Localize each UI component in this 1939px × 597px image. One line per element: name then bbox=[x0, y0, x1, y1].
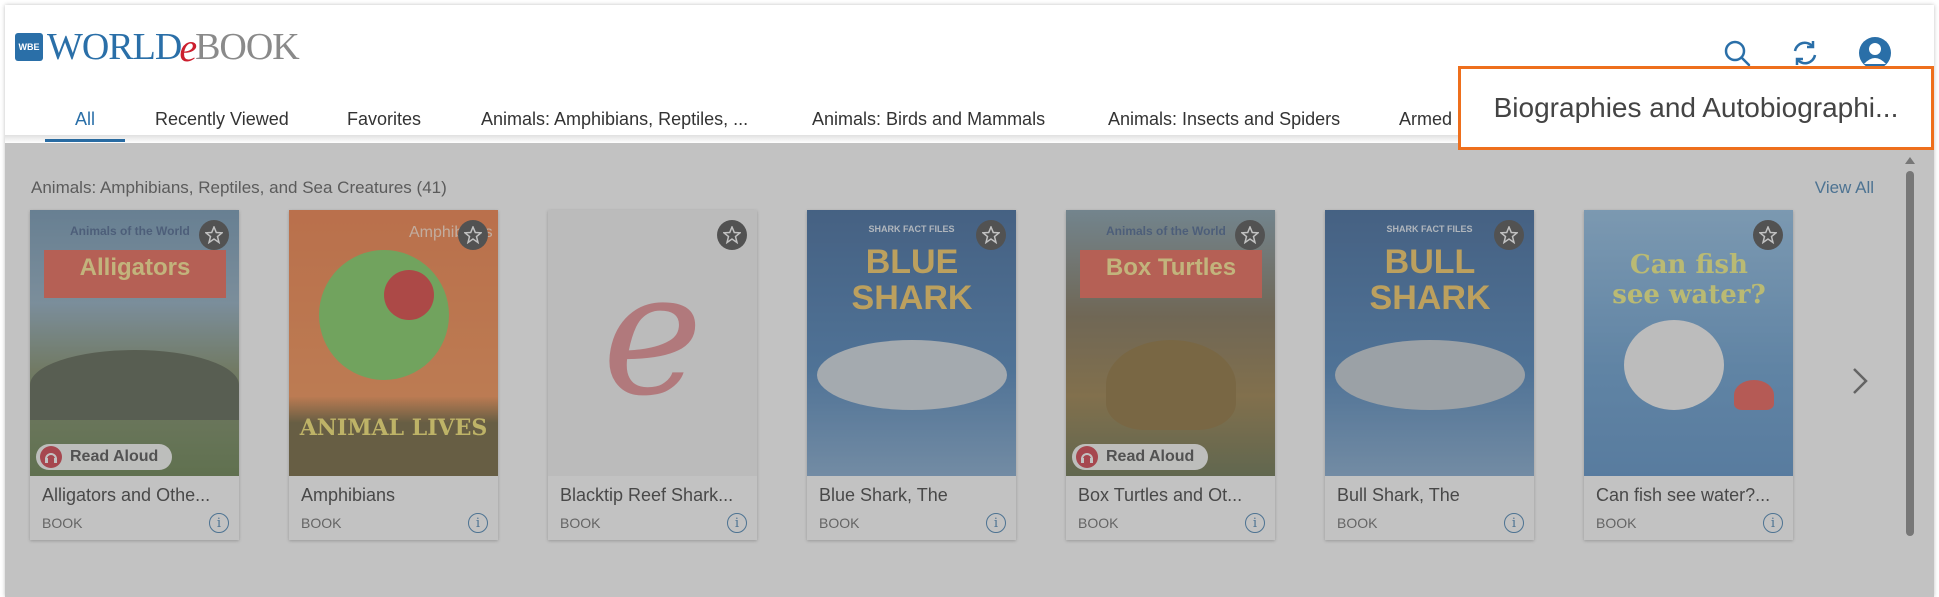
info-icon[interactable]: i bbox=[1763, 513, 1783, 533]
highlighted-tab-label: Biographies and Autobiographi... bbox=[1493, 92, 1899, 123]
book-card[interactable]: SHARK FACT FILES BULL SHARK Bull Shark, … bbox=[1325, 210, 1534, 540]
scrollbar-thumb[interactable] bbox=[1906, 171, 1914, 536]
book-type: BOOK bbox=[819, 515, 860, 531]
world-ebook-logo[interactable]: WBE WORLD e BOOK bbox=[15, 25, 300, 70]
headphones-icon bbox=[1076, 446, 1098, 468]
read-aloud-label: Read Aloud bbox=[70, 448, 159, 465]
book-cover: Amphibians ANIMAL LIVES bbox=[289, 210, 498, 476]
book-type: BOOK bbox=[560, 515, 601, 531]
book-title: Alligators and Othe... bbox=[42, 485, 211, 505]
book-card[interactable]: Can fish see water? Can fish see water?.… bbox=[1584, 210, 1793, 540]
cover-shark-shape bbox=[817, 340, 1007, 410]
favorite-star-icon[interactable] bbox=[1753, 220, 1783, 250]
book-card[interactable]: Animals of the World Box Turtles Read Al… bbox=[1066, 210, 1275, 540]
book-title: Box Turtles and Ot... bbox=[1078, 485, 1243, 505]
book-cover: e bbox=[548, 210, 757, 476]
favorite-star-icon[interactable] bbox=[199, 220, 229, 250]
logo-badge-icon: WBE bbox=[15, 33, 43, 61]
info-icon[interactable]: i bbox=[468, 513, 488, 533]
cover-alligator-shape bbox=[30, 350, 239, 420]
book-type: BOOK bbox=[1596, 515, 1637, 531]
logo-world-text: WORLD bbox=[47, 26, 182, 68]
book-cover: SHARK FACT FILES BULL SHARK bbox=[1325, 210, 1534, 476]
cover-fish-shape bbox=[1624, 320, 1724, 410]
scroll-up-icon[interactable] bbox=[1904, 155, 1916, 167]
info-icon[interactable]: i bbox=[1245, 513, 1265, 533]
book-type: BOOK bbox=[1078, 515, 1119, 531]
book-cover: Animals of the World Alligators Read Alo… bbox=[30, 210, 239, 476]
book-card[interactable]: Animals of the World Alligators Read Alo… bbox=[30, 210, 239, 540]
favorite-star-icon[interactable] bbox=[1235, 220, 1265, 250]
info-icon[interactable]: i bbox=[986, 513, 1006, 533]
cover-frog-eye bbox=[384, 270, 434, 320]
book-title: Blue Shark, The bbox=[819, 485, 948, 505]
book-title: Amphibians bbox=[301, 485, 396, 505]
favorite-star-icon[interactable] bbox=[458, 220, 488, 250]
info-icon[interactable]: i bbox=[1504, 513, 1524, 533]
headphones-icon bbox=[40, 446, 62, 468]
cover-placeholder-logo: e bbox=[602, 236, 703, 434]
cover-shark-shape bbox=[1335, 340, 1525, 410]
book-type: BOOK bbox=[301, 515, 342, 531]
info-icon[interactable]: i bbox=[727, 513, 747, 533]
read-aloud-badge: Read Aloud bbox=[36, 444, 173, 470]
cover-frog-shape bbox=[319, 250, 449, 380]
book-title: Blacktip Reef Shark... bbox=[560, 485, 734, 505]
favorite-star-icon[interactable] bbox=[1494, 220, 1524, 250]
book-cover: Can fish see water? bbox=[1584, 210, 1793, 476]
cover-title: Box Turtles bbox=[1105, 254, 1237, 281]
view-all-link[interactable]: View All bbox=[1815, 178, 1874, 198]
logo-book-text: BOOK bbox=[195, 26, 300, 68]
cover-turtle-shape bbox=[1106, 340, 1236, 430]
read-aloud-badge: Read Aloud bbox=[1072, 444, 1209, 470]
carousel-next-chevron-icon[interactable] bbox=[1844, 361, 1874, 401]
cover-title: Can fish see water? bbox=[1612, 250, 1766, 310]
cover-series: Animals of the World bbox=[70, 224, 190, 238]
book-card[interactable]: Amphibians ANIMAL LIVES Amphibians BOOK … bbox=[289, 210, 498, 540]
book-card[interactable]: SHARK FACT FILES BLUE SHARK Blue Shark, … bbox=[807, 210, 1016, 540]
main-content: Animals: Amphibians, Reptiles, and Sea C… bbox=[5, 143, 1934, 597]
cover-title: ANIMAL LIVES bbox=[299, 415, 488, 441]
cover-title: BULL SHARK bbox=[1369, 243, 1491, 317]
book-cover: Animals of the World Box Turtles Read Al… bbox=[1066, 210, 1275, 476]
info-icon[interactable]: i bbox=[209, 513, 229, 533]
book-type: BOOK bbox=[42, 515, 83, 531]
book-title: Bull Shark, The bbox=[1337, 485, 1460, 505]
favorite-star-icon[interactable] bbox=[976, 220, 1006, 250]
book-type: BOOK bbox=[1337, 515, 1378, 531]
book-title: Can fish see water?... bbox=[1596, 485, 1771, 505]
highlighted-tab-biographies[interactable]: Biographies and Autobiographi... bbox=[1458, 66, 1934, 150]
vertical-scrollbar[interactable] bbox=[1904, 153, 1916, 548]
read-aloud-label: Read Aloud bbox=[1106, 448, 1195, 465]
cover-octopus-shape bbox=[1734, 380, 1774, 410]
cover-title: BLUE SHARK bbox=[851, 243, 973, 317]
book-card[interactable]: e Blacktip Reef Shark... BOOK i bbox=[548, 210, 757, 540]
favorite-star-icon[interactable] bbox=[717, 220, 747, 250]
book-cover: SHARK FACT FILES BLUE SHARK bbox=[807, 210, 1016, 476]
cover-series: Animals of the World bbox=[1106, 224, 1226, 238]
cover-title: Alligators bbox=[79, 254, 191, 281]
section-title: Animals: Amphibians, Reptiles, and Sea C… bbox=[31, 178, 447, 197]
